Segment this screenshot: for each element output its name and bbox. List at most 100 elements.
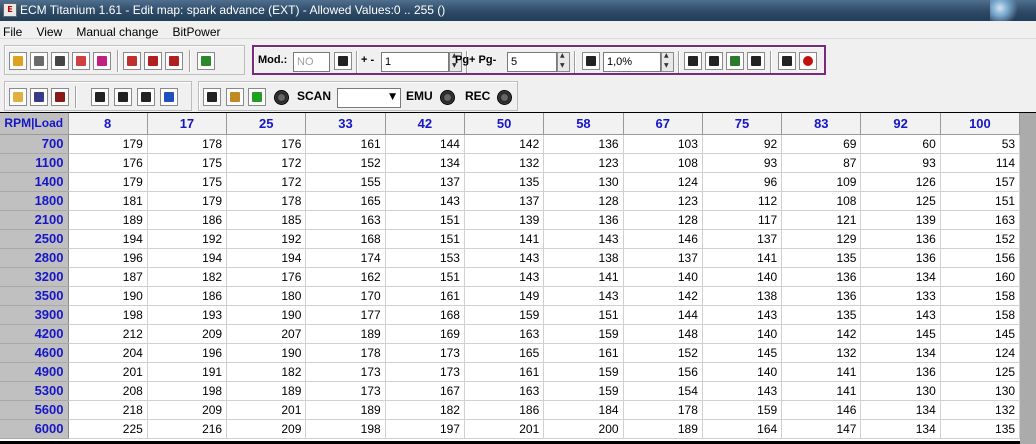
load-column-header[interactable]: 17 [147,113,228,135]
map-cell[interactable]: 142 [781,324,862,344]
map-cell[interactable]: 143 [543,229,624,249]
map-cell[interactable]: 140 [702,267,783,287]
map-cell[interactable]: 197 [385,419,465,439]
map-cell[interactable]: 130 [543,172,624,192]
map-cell[interactable]: 145 [940,324,1021,344]
map-cell[interactable]: 147 [781,419,862,439]
map-cell[interactable]: 148 [623,324,703,344]
map-cell[interactable]: 130 [860,381,941,401]
map-cell[interactable]: 172 [226,153,307,173]
map-cell[interactable]: 161 [543,343,624,363]
map-cell[interactable]: 175 [147,172,228,192]
map-cell[interactable]: 173 [305,362,386,382]
map-cell[interactable]: 136 [860,362,941,382]
map-cell[interactable]: 129 [781,229,862,249]
app-icon[interactable]: E [3,3,17,17]
home-icon[interactable] [9,52,27,70]
map-cell[interactable]: 196 [68,248,148,268]
map-cell[interactable]: 135 [781,305,862,325]
map-cell[interactable]: 194 [68,229,148,249]
map-cell[interactable]: 152 [940,229,1021,249]
map-cell[interactable]: 93 [702,153,783,173]
calculator-icon[interactable] [144,52,162,70]
map-cell[interactable]: 124 [940,343,1021,363]
map-cell[interactable]: 108 [623,153,703,173]
map-cell[interactable]: 109 [781,172,862,192]
map-cell[interactable]: 143 [464,267,545,287]
map-cell[interactable]: 130 [940,381,1021,401]
load-column-header[interactable]: 83 [781,113,862,135]
map-cell[interactable]: 117 [702,210,783,230]
map-cell[interactable]: 184 [543,400,624,420]
terminal-icon[interactable] [203,88,221,106]
map-cell[interactable]: 134 [385,153,465,173]
map-cell[interactable]: 128 [623,210,703,230]
k-constant-icon[interactable] [334,52,352,70]
map-cell[interactable]: 153 [385,248,465,268]
map-cell[interactable]: 142 [623,286,703,306]
driver-icon[interactable] [91,88,109,106]
map-cell[interactable]: 165 [305,191,386,211]
rpm-row-header[interactable]: 1100 [0,153,69,173]
map-cell[interactable]: 151 [385,210,465,230]
load-column-header[interactable]: 50 [464,113,545,135]
map-cell[interactable]: 87 [781,153,862,173]
colors-icon[interactable] [197,52,215,70]
map-cell[interactable]: 146 [781,400,862,420]
map-cell[interactable]: 167 [385,381,465,401]
map-cell[interactable]: 176 [226,267,307,287]
map-cell[interactable]: 151 [940,191,1021,211]
columns-icon[interactable] [160,88,178,106]
map-cell[interactable]: 69 [781,134,862,154]
map-cell[interactable]: 156 [940,248,1021,268]
map-cell[interactable]: 176 [68,153,148,173]
map-cell[interactable]: 132 [940,400,1021,420]
map-cell[interactable]: 162 [305,267,386,287]
map-cell[interactable]: 134 [860,400,941,420]
map-cell[interactable]: 144 [385,134,465,154]
scan-select[interactable]: ▼ [337,88,401,108]
map-cell[interactable]: 200 [543,419,624,439]
map-cell[interactable]: 151 [385,229,465,249]
load-column-header[interactable]: 75 [702,113,783,135]
map-cell[interactable]: 108 [781,191,862,211]
scan-knob-icon[interactable] [274,90,289,105]
map-cell[interactable]: 198 [147,381,228,401]
page-step-spinner[interactable] [557,52,570,72]
graph-2d-icon[interactable] [72,52,90,70]
load-column-header[interactable]: 92 [860,113,941,135]
map-cell[interactable]: 182 [147,267,228,287]
map-cell[interactable]: 114 [940,153,1021,173]
map-cell[interactable]: 145 [860,324,941,344]
map-cell[interactable]: 179 [68,134,148,154]
map-cell[interactable]: 93 [860,153,941,173]
map-cell[interactable]: 149 [464,286,545,306]
map-cell[interactable]: 163 [940,210,1021,230]
map-cell[interactable]: 155 [305,172,386,192]
map-cell[interactable]: 158 [940,305,1021,325]
map-cell[interactable]: 198 [68,305,148,325]
map-cell[interactable]: 141 [543,267,624,287]
map-cell[interactable]: 179 [68,172,148,192]
runner-icon[interactable] [248,88,266,106]
rpm-row-header[interactable]: 700 [0,134,69,154]
map-cell[interactable]: 201 [68,362,148,382]
map-cell[interactable]: 201 [226,400,307,420]
copy-map-icon[interactable] [726,52,744,70]
map-cell[interactable]: 178 [147,134,228,154]
emu-knob-icon[interactable] [440,90,455,105]
map-cell[interactable]: 134 [860,343,941,363]
map-cell[interactable]: 174 [305,248,386,268]
map-cell[interactable]: 144 [623,305,703,325]
map-cell[interactable]: 128 [543,191,624,211]
map-cell[interactable]: 132 [781,343,862,363]
map-cell[interactable]: 168 [385,305,465,325]
map-cell[interactable]: 225 [68,419,148,439]
map-cell[interactable]: 160 [940,267,1021,287]
map-cell[interactable]: 143 [464,248,545,268]
map-cell[interactable]: 173 [385,343,465,363]
load-column-header[interactable]: 33 [305,113,386,135]
window-controls[interactable] [990,0,1036,21]
map-cell[interactable]: 156 [623,362,703,382]
map-cell[interactable]: 138 [543,248,624,268]
